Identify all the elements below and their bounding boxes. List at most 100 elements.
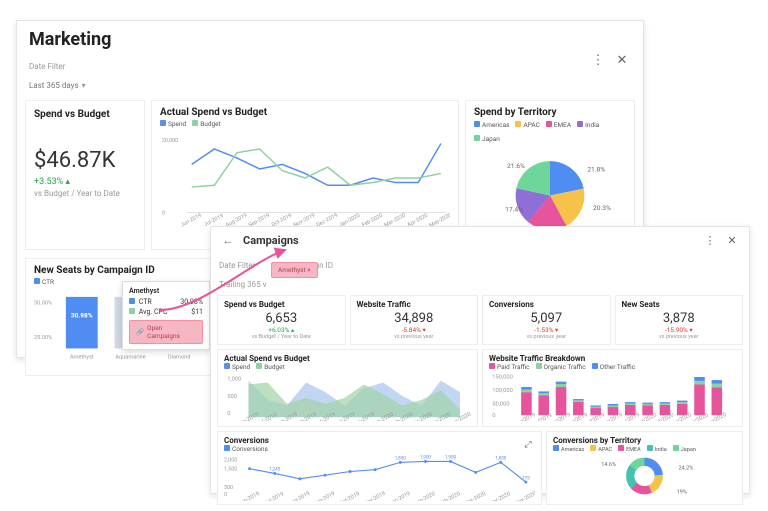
kpi-conversions: Conversions 5,097 -1.53% ▾ vs previous y… — [482, 295, 611, 345]
svg-text:20,000: 20,000 — [162, 138, 178, 144]
campaigns-title: Campaigns — [243, 234, 299, 247]
actual-spend-chart: 20,000 0 Jun-2019Jul-2019Aug-2019Sep-201… — [160, 128, 450, 228]
crumb-filter: Date Filter — [219, 261, 255, 270]
svg-text:1,245: 1,245 — [269, 467, 281, 473]
legend-item: EMEA — [546, 121, 571, 129]
close-icon[interactable]: ✕ — [723, 231, 741, 249]
card-title: Actual Spend vs Budget — [160, 107, 450, 118]
svg-text:Aquamarine: Aquamarine — [115, 355, 145, 361]
filter-chip-amethyst[interactable]: Amethyst × — [271, 262, 318, 278]
card-title: Spend vs Budget — [34, 109, 136, 120]
legend-ctr: CTR — [34, 278, 54, 286]
svg-text:0: 0 — [224, 492, 227, 498]
filter-value[interactable]: Last 365 days▾ — [29, 81, 86, 90]
filter-label: Date Filter — [29, 62, 65, 71]
svg-text:1,850: 1,850 — [495, 456, 507, 462]
svg-text:17.4%: 17.4% — [505, 206, 523, 214]
svg-text:Jun-2019: Jun-2019 — [236, 412, 260, 421]
spend-value: $46.87K — [34, 148, 136, 173]
svg-text:0: 0 — [162, 210, 165, 216]
legend-item: Japan — [474, 135, 500, 143]
legend-item: Americas — [474, 121, 509, 129]
svg-text:21.8%: 21.8% — [587, 166, 605, 174]
kebab-icon[interactable]: ⋮ — [701, 231, 719, 249]
svg-text:Oct-2019: Oct-2019 — [338, 491, 360, 501]
svg-text:30.00%: 30.00% — [34, 300, 52, 306]
legend-item: APAC — [515, 121, 539, 129]
new-seats-card: New Seats by Campaign ID CTR 30.00% 25.0… — [25, 258, 221, 376]
campaigns-actual-spend-card: Actual Spend vs Budget SpendBudget 1,000… — [217, 349, 478, 427]
conv-territory-donut: 14.6% 24.2% 19% — [553, 453, 736, 499]
svg-text:Amethyst: Amethyst — [70, 355, 94, 361]
expand-icon[interactable]: ⤢ — [519, 436, 537, 454]
campaigns-area-chart: 1,0005000 Jun-2019Jul-2019Aug-2019Sep-20… — [224, 371, 471, 421]
svg-text:1,000: 1,000 — [227, 377, 241, 383]
svg-text:May-2020: May-2020 — [513, 491, 535, 501]
svg-text:Dec-2019: Dec-2019 — [388, 491, 411, 501]
kpi-delta: -1.53% ▾ — [489, 326, 604, 334]
svg-text:Apr-2020: Apr-2020 — [489, 491, 512, 501]
kpi-traffic: Website Traffic 34,898 -5.84% ▾ vs previ… — [350, 295, 479, 345]
kpi-value: 5,097 — [489, 311, 604, 326]
svg-text:Jun-2019: Jun-2019 — [238, 491, 261, 501]
svg-text:2,000: 2,000 — [224, 457, 237, 463]
svg-text:20.3%: 20.3% — [593, 204, 611, 212]
link-icon: 🔗 — [136, 328, 144, 336]
svg-text:Jun-2019: Jun-2019 — [180, 213, 203, 228]
kebab-icon[interactable]: ⋮ — [589, 52, 607, 70]
svg-text:24.2%: 24.2% — [679, 466, 694, 472]
svg-text:1,900: 1,900 — [420, 455, 432, 461]
svg-text:500: 500 — [224, 485, 233, 491]
svg-text:Feb-2020: Feb-2020 — [439, 491, 462, 501]
open-campaigns-link[interactable]: 🔗Open Campaigns — [129, 320, 203, 344]
kpi-value: 3,878 — [622, 311, 737, 326]
conversions-territory-card: Conversions by Territory Americas APAC E… — [546, 431, 743, 505]
spend-vs-budget-card: Spend vs Budget $46.87K +3.53% ▴ vs Budg… — [25, 100, 145, 250]
svg-text:Mar-2020: Mar-2020 — [463, 491, 486, 501]
kpi-value: 34,898 — [357, 311, 472, 326]
marketing-title: Marketing — [29, 29, 111, 50]
close-icon[interactable]: ✕ — [613, 52, 631, 70]
spend-note: vs Budget / Year to Date — [34, 189, 136, 198]
bar-tooltip: Amethyst CTR30.98% Avg. CPC$11 🔗Open Cam… — [122, 281, 210, 350]
campaigns-panel: ← Campaigns ⋮ ✕ Date Filter Campaign ID … — [210, 226, 750, 494]
svg-text:Jan-2020: Jan-2020 — [413, 491, 436, 501]
legend-budget: Budget — [192, 120, 221, 128]
svg-text:150,000: 150,000 — [492, 375, 513, 381]
crumb-trailing[interactable]: Trailing 365 v — [219, 280, 266, 289]
kpi-seats: New Seats 3,878 -15.90% ▾ vs previous ye… — [615, 295, 744, 345]
kpi-spend: Spend vs Budget 6,653 +6.03% ▴ vs Budget… — [217, 295, 346, 345]
svg-text:1,900: 1,900 — [445, 455, 457, 461]
legend-spend: Spend — [160, 120, 186, 128]
svg-text:Aug-2019: Aug-2019 — [288, 491, 312, 501]
svg-text:14.6%: 14.6% — [601, 462, 616, 468]
svg-text:50,000: 50,000 — [492, 402, 509, 408]
svg-text:0: 0 — [492, 413, 495, 419]
svg-text:1,500: 1,500 — [224, 467, 237, 473]
card-title: Spend by Territory — [474, 107, 626, 118]
conversions-card: ⤢ Conversions Conversions 2,0001,5005000… — [217, 431, 542, 505]
back-icon[interactable]: ← — [219, 231, 237, 249]
spend-delta: +3.53% ▴ — [34, 177, 136, 187]
svg-text:25.00%: 25.00% — [34, 335, 52, 341]
kpi-delta: -15.90% ▾ — [622, 326, 737, 334]
svg-text:19%: 19% — [677, 489, 687, 495]
kpi-delta: +6.03% ▴ — [224, 326, 339, 334]
svg-text:0: 0 — [227, 411, 230, 417]
svg-text:Nov-2019: Nov-2019 — [363, 491, 387, 501]
svg-text:30.98%: 30.98% — [71, 312, 93, 320]
svg-text:Jul-2019: Jul-2019 — [264, 491, 286, 501]
svg-text:500: 500 — [227, 394, 237, 400]
svg-text:Sep-2019: Sep-2019 — [313, 491, 336, 501]
svg-text:Diamond: Diamond — [168, 355, 190, 361]
legend-item: India — [577, 121, 599, 129]
traffic-breakdown-card: Website Traffic Breakdown Paid TrafficOr… — [482, 349, 743, 427]
traffic-bars: 150,000100,00050,0000 Jun2019Jul2019Aug2… — [489, 371, 736, 421]
kpi-value: 6,653 — [224, 311, 339, 326]
conversions-line: 2,000 1,500 5000 1,245 1,850 1,900 1,900 1,850… — [224, 453, 535, 501]
svg-text:100,000: 100,000 — [492, 388, 513, 394]
svg-text:21.6%: 21.6% — [507, 162, 525, 170]
kpi-delta: -5.84% ▾ — [357, 326, 472, 334]
svg-text:1,850: 1,850 — [395, 456, 407, 462]
card-title: New Seats by Campaign ID — [34, 265, 212, 276]
